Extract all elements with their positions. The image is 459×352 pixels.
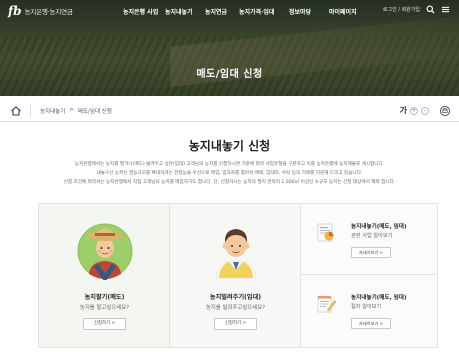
hero-banner: fb 농지은행·농지연금 농지은행 사업 농지내놓기 농지연금 농지가격·임대 … bbox=[0, 0, 459, 96]
home-icon[interactable] bbox=[10, 105, 22, 117]
breadcrumb-bar: 농지내놓기 > 매도/임대 신청 가 + - bbox=[0, 100, 459, 122]
section-title: 농지내놓기 신청 bbox=[188, 139, 271, 153]
document-chart-icon bbox=[317, 223, 334, 242]
font-size-label: 가 bbox=[399, 106, 407, 115]
utility-bar: 로그인 / 회원가입 bbox=[383, 5, 450, 14]
print-icon[interactable] bbox=[439, 105, 451, 117]
description-line: 신청 조건에 따라서는 농지은행에서 직접 고객님의 농지를 매입하기도 합니다… bbox=[63, 179, 396, 185]
page-title: 매도/임대 신청 bbox=[196, 69, 263, 80]
card-sell-subtitle: 농지를 팔고싶으세요? bbox=[79, 305, 130, 311]
description-line: 농지은행에서는 농지를 팔거나(매도) 빌려주고 싶은(임대) 고객님의 농지를… bbox=[74, 162, 385, 167]
menu-icon[interactable] bbox=[441, 5, 450, 14]
breadcrumb-divider bbox=[30, 104, 31, 118]
nav-item-pension[interactable]: 농지연금 bbox=[205, 7, 239, 16]
breadcrumb-item-farmland-offer[interactable]: 농지내놓기 bbox=[40, 107, 65, 115]
card-lease: 농지빌려주기(임대) 농지를 빌려주고싶으세요? 신청하기 > bbox=[170, 204, 301, 347]
card-related-business: 농지내놓기(매도, 임대) 관련 사업 알아보기 자세히보기 > bbox=[301, 204, 437, 275]
notepad-pencil-icon bbox=[317, 296, 337, 313]
logo-mark: fb bbox=[8, 4, 22, 18]
font-decrease-button[interactable]: - bbox=[421, 106, 429, 115]
font-increase-button[interactable]: + bbox=[410, 106, 418, 115]
nav-item-business[interactable]: 농지은행 사업 bbox=[123, 7, 165, 16]
card-sell: 농지팔기(매도) 농지를 팔고싶으세요? 신청하기 > bbox=[39, 204, 170, 347]
breadcrumb: 농지내놓기 > 매도/임대 신청 bbox=[40, 107, 112, 115]
related-business-title: 농지내놓기(매도, 임대) bbox=[351, 224, 407, 230]
description-line: 내놓으신 농지는 영농규모를 확대하려는 전업농을 우선으로 매입, 임차자를 … bbox=[96, 170, 363, 176]
sell-apply-button[interactable]: 신청하기 > bbox=[83, 318, 126, 330]
nav-item-farmland-offer[interactable]: 농지내놓기 bbox=[165, 7, 205, 16]
procedure-title: 농지내놓기(매도, 임대) bbox=[351, 295, 407, 301]
farmer-man-avatar-icon bbox=[215, 229, 257, 279]
search-icon[interactable] bbox=[426, 5, 435, 14]
farmer-woman-avatar-icon bbox=[77, 223, 133, 280]
main-nav: 농지은행 사업 농지내놓기 농지연금 농지가격·임대 정보마당 마이페이지 bbox=[123, 7, 369, 16]
breadcrumb-separator: > bbox=[69, 107, 74, 113]
nav-item-info[interactable]: 정보마당 bbox=[289, 7, 329, 16]
nav-item-price-lease[interactable]: 농지가격·임대 bbox=[239, 7, 289, 16]
breadcrumb-item-current: 매도/임대 신청 bbox=[77, 109, 112, 115]
section-description: 농지은행에서는 농지를 팔거나(매도) 빌려주고 싶은(임대) 고객님의 농지를… bbox=[30, 161, 429, 187]
nav-item-mypage[interactable]: 마이페이지 bbox=[329, 7, 369, 16]
lease-apply-button[interactable]: 신청하기 > bbox=[214, 318, 257, 330]
login-join-link[interactable]: 로그인 / 회원가입 bbox=[383, 6, 420, 13]
site-logo[interactable]: fb 농지은행·농지연금 bbox=[8, 4, 73, 18]
procedure-more-button[interactable]: 자세히보기 > bbox=[351, 318, 391, 329]
card-sell-title: 농지팔기(매도) bbox=[84, 294, 125, 301]
card-lease-title: 농지빌려주기(임대) bbox=[209, 294, 262, 301]
related-business-subtitle: 관련 사업 알아보기 bbox=[351, 233, 393, 239]
apply-cards: 농지팔기(매도) 농지를 팔고싶으세요? 신청하기 > 농지빌려주기(임대) 농… bbox=[38, 203, 438, 348]
related-business-more-button[interactable]: 자세히보기 > bbox=[351, 247, 391, 258]
logo-text: 농지은행·농지연금 bbox=[24, 8, 73, 16]
procedure-subtitle: 절차 알아보기 bbox=[351, 304, 382, 310]
card-lease-subtitle: 농지를 빌려주고싶으세요? bbox=[205, 305, 266, 311]
card-procedure: 농지내놓기(매도, 임대) 절차 알아보기 자세히보기 > bbox=[301, 275, 437, 347]
font-size-control: 가 + - bbox=[400, 105, 429, 116]
